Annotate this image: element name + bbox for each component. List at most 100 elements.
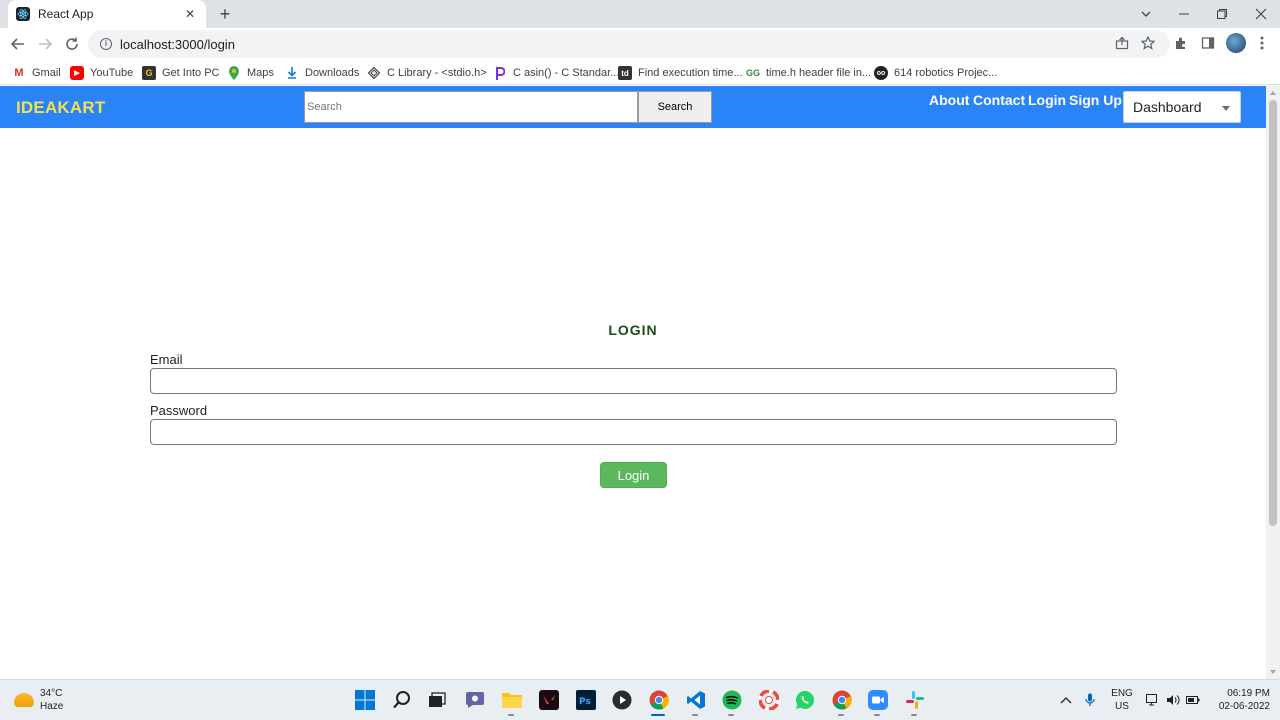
site-brand[interactable]: IDEAKART xyxy=(16,98,105,118)
network-icon[interactable] xyxy=(1146,693,1160,707)
zoom-icon[interactable] xyxy=(867,689,889,711)
windows-taskbar: 34°C Haze Ps ENG US 06:19 PM 02-06-2022 xyxy=(0,679,1280,720)
url-text: localhost:3000/login xyxy=(120,36,235,52)
getintopc-icon: G xyxy=(142,66,156,80)
bookmark-getintopc[interactable]: G Get Into PC xyxy=(142,64,219,82)
bookmark-c-asin[interactable]: C asin() - C Standar... xyxy=(493,64,619,82)
restore-icon[interactable] xyxy=(1203,0,1241,28)
chevron-down-icon xyxy=(1222,106,1230,111)
side-panel-icon[interactable] xyxy=(1199,34,1217,52)
close-window-icon[interactable] xyxy=(1242,0,1280,28)
extensions-icon[interactable] xyxy=(1172,34,1190,52)
windows-start-icon[interactable] xyxy=(354,689,376,711)
file-explorer-icon[interactable] xyxy=(501,689,523,711)
chrome-profile-icon[interactable] xyxy=(831,689,853,711)
spotify-icon[interactable] xyxy=(721,689,743,711)
slack-icon[interactable] xyxy=(904,689,926,711)
running-indicator xyxy=(508,714,514,716)
running-indicator xyxy=(874,714,880,716)
clock[interactable]: 06:19 PM 02-06-2022 xyxy=(1206,687,1270,713)
help-lifebuoy-icon[interactable] xyxy=(758,689,780,711)
running-indicator xyxy=(838,714,844,716)
nav-link-signup[interactable]: Sign Up xyxy=(1069,92,1122,108)
weather-desc: Haze xyxy=(40,701,64,712)
browser-menu-icon[interactable] xyxy=(1253,34,1271,52)
bookmark-c-library[interactable]: C Library - <stdio.h> xyxy=(367,64,487,82)
media-player-icon[interactable] xyxy=(611,689,633,711)
page-scrollbar[interactable] xyxy=(1266,86,1280,679)
whatsapp-icon[interactable] xyxy=(794,689,816,711)
active-indicator xyxy=(651,714,665,716)
youtube-icon: ▶ xyxy=(70,66,84,80)
vscode-icon[interactable] xyxy=(685,689,707,711)
weather-temp: 34°C xyxy=(40,688,63,699)
login-button[interactable]: Login xyxy=(600,462,667,488)
valorant-icon[interactable] xyxy=(538,689,560,711)
address-bar[interactable]: i localhost:3000/login xyxy=(88,30,1170,58)
bookmark-label: C asin() - C Standar... xyxy=(513,67,620,79)
volume-icon[interactable] xyxy=(1166,693,1180,707)
maps-icon xyxy=(227,66,241,80)
reload-icon[interactable] xyxy=(60,32,84,56)
download-icon xyxy=(285,66,299,80)
email-field[interactable] xyxy=(150,368,1117,394)
dashboard-select[interactable]: Dashboard xyxy=(1123,91,1241,123)
tab-close-icon[interactable]: ✕ xyxy=(182,7,198,21)
bookmark-label: 614 robotics Projec... xyxy=(894,67,998,79)
bookmark-downloads[interactable]: Downloads xyxy=(285,64,359,82)
bookmark-label: Find execution time... xyxy=(638,67,743,79)
gmail-icon: M xyxy=(14,67,24,79)
bookmark-execution-time[interactable]: td Find execution time... xyxy=(618,64,743,82)
running-indicator xyxy=(728,714,734,716)
weather-widget[interactable]: 34°C Haze xyxy=(14,687,63,713)
share-icon[interactable] xyxy=(1113,34,1131,52)
scroll-down-icon[interactable] xyxy=(1270,670,1276,674)
nav-link-contact[interactable]: Contact xyxy=(973,92,1025,108)
minimize-icon[interactable] xyxy=(1165,0,1203,28)
browser-tab-strip: React App ✕ + xyxy=(0,0,1280,28)
search-icon[interactable] xyxy=(391,689,413,711)
bookmark-maps[interactable]: Maps xyxy=(227,64,274,82)
profile-avatar[interactable] xyxy=(1226,33,1246,53)
tab-search-icon[interactable] xyxy=(1127,0,1165,28)
bookmark-gmail[interactable]: M Gmail xyxy=(12,64,61,82)
task-view-icon[interactable] xyxy=(426,689,448,711)
td-icon: td xyxy=(618,66,632,80)
programiz-icon xyxy=(493,66,507,80)
bookmark-label: Maps xyxy=(247,67,274,79)
site-navbar: IDEAKART Search About Contact Login Sign… xyxy=(0,86,1266,128)
login-title: LOGIN xyxy=(608,322,658,338)
react-icon xyxy=(16,7,30,21)
bookmark-label: Gmail xyxy=(32,67,61,79)
bookmark-time-h[interactable]: GG time.h header file in... xyxy=(746,64,871,82)
clock-time: 06:19 PM xyxy=(1227,688,1270,699)
language-indicator[interactable]: ENG US xyxy=(1108,687,1136,713)
bookmark-robotics[interactable]: oo 614 robotics Projec... xyxy=(874,64,997,82)
bookmark-label: YouTube xyxy=(90,67,134,79)
robotics-icon: oo xyxy=(874,66,888,80)
scroll-thumb[interactable] xyxy=(1269,100,1277,526)
bookmark-star-icon[interactable] xyxy=(1139,34,1157,52)
svg-text:Ps: Ps xyxy=(579,697,591,707)
site-search-button[interactable]: Search xyxy=(638,91,712,123)
bookmark-youtube[interactable]: ▶ YouTube xyxy=(70,64,133,82)
forward-icon[interactable] xyxy=(33,32,57,56)
new-tab-icon[interactable]: + xyxy=(214,3,236,25)
site-search-input[interactable] xyxy=(304,91,638,123)
site-info-icon[interactable]: i xyxy=(100,38,112,50)
photoshop-icon[interactable]: Ps xyxy=(575,689,597,711)
browser-tab[interactable]: React App ✕ xyxy=(8,0,206,28)
email-label: Email xyxy=(150,352,183,367)
chrome-icon[interactable] xyxy=(648,689,670,711)
microphone-icon[interactable] xyxy=(1083,693,1097,707)
back-icon[interactable] xyxy=(6,32,30,56)
password-field[interactable] xyxy=(150,419,1117,445)
teams-chat-icon[interactable] xyxy=(464,689,486,711)
battery-icon[interactable] xyxy=(1186,693,1200,707)
bookmarks-bar: M Gmail ▶ YouTube G Get Into PC Maps Dow… xyxy=(0,60,1280,85)
nav-link-about[interactable]: About xyxy=(929,92,969,108)
scroll-up-icon[interactable] xyxy=(1270,91,1276,95)
password-label: Password xyxy=(150,403,208,418)
nav-link-login[interactable]: Login xyxy=(1028,92,1066,108)
chevron-up-icon[interactable] xyxy=(1059,693,1073,707)
